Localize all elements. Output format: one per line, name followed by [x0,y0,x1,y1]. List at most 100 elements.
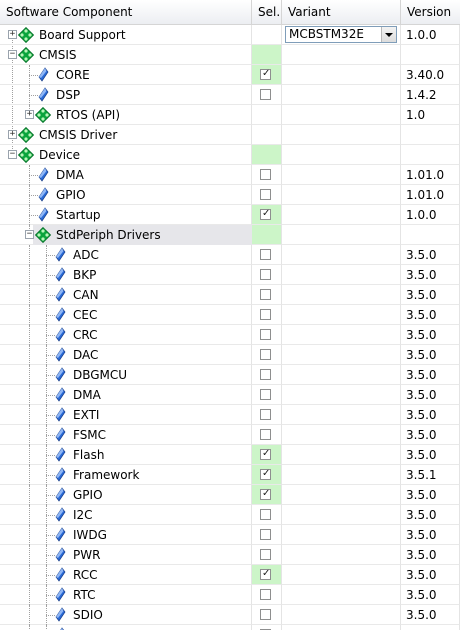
selection-cell[interactable] [252,345,282,365]
select-checkbox[interactable] [260,529,271,540]
component-name-cell[interactable]: CEC [0,305,252,325]
selection-cell[interactable] [252,245,282,265]
collapse-toggle-icon[interactable]: − [8,50,17,59]
select-checkbox[interactable] [260,409,271,420]
tree-row[interactable]: CORE ✓ 3.40.0 [0,65,460,85]
select-checkbox[interactable] [260,509,271,520]
select-checkbox[interactable] [260,89,271,100]
component-name-cell[interactable]: EXTI [0,405,252,425]
component-name-cell[interactable]: FSMC [0,425,252,445]
header-variant[interactable]: Variant [282,0,401,24]
tree-row[interactable]: Startup ✓ 1.0.0 [0,205,460,225]
selection-cell[interactable]: ✓ [252,445,282,465]
select-checkbox[interactable] [260,369,271,380]
selection-cell[interactable]: ✓ [252,65,282,85]
select-checkbox[interactable]: ✓ [260,468,271,480]
collapse-toggle-icon[interactable]: − [25,230,34,239]
component-name-cell[interactable]: DAC [0,345,252,365]
tree-row[interactable]: DMA 1.01.0 [0,165,460,185]
tree-row[interactable]: CRC 3.5.0 [0,325,460,345]
component-name-cell[interactable]: DSP [0,85,252,105]
tree-row[interactable]: RCC ✓ 3.5.0 [0,565,460,585]
tree-row[interactable]: GPIO 1.01.0 [0,185,460,205]
selection-cell[interactable] [252,165,282,185]
select-checkbox[interactable] [260,189,271,200]
tree-row[interactable]: DMA 3.5.0 [0,385,460,405]
expand-toggle-icon[interactable]: + [8,130,17,139]
select-checkbox[interactable] [260,249,271,260]
tree-row[interactable]: EXTI 3.5.0 [0,405,460,425]
selection-cell[interactable] [252,325,282,345]
component-name-cell[interactable]: RCC [0,565,252,585]
component-name-cell[interactable]: − Device [0,145,252,165]
variant-cell[interactable]: MCBSTM32E [282,25,401,45]
select-checkbox[interactable]: ✓ [260,488,271,500]
selection-cell[interactable]: ✓ [252,485,282,505]
component-name-cell[interactable]: CRC [0,325,252,345]
selection-cell[interactable] [252,85,282,105]
select-checkbox[interactable]: ✓ [260,208,271,220]
component-name-cell[interactable]: DMA [0,165,252,185]
tree-row[interactable]: RTC 3.5.0 [0,585,460,605]
component-name-cell[interactable]: + CMSIS Driver [0,125,252,145]
tree-row[interactable]: Framework ✓ 3.5.1 [0,465,460,485]
component-name-cell[interactable]: − StdPeriph Drivers [0,225,252,245]
component-name-cell[interactable]: CORE [0,65,252,85]
tree-row[interactable]: PWR 3.5.0 [0,545,460,565]
tree-row[interactable]: − StdPeriph Drivers [0,225,460,245]
selection-cell[interactable]: ✓ [252,565,282,585]
select-checkbox[interactable]: ✓ [260,68,271,80]
component-name-cell[interactable]: Flash [0,445,252,465]
selection-cell[interactable] [252,625,282,630]
component-name-cell[interactable]: DMA [0,385,252,405]
selection-cell[interactable] [252,365,282,385]
selection-cell[interactable] [252,305,282,325]
select-checkbox[interactable] [260,429,271,440]
component-name-cell[interactable]: PWR [0,545,252,565]
select-checkbox[interactable] [260,609,271,620]
select-checkbox[interactable] [260,589,271,600]
selection-cell[interactable]: ✓ [252,205,282,225]
variant-dropdown[interactable]: MCBSTM32E [285,26,397,43]
component-name-cell[interactable]: RTC [0,585,252,605]
select-checkbox[interactable] [260,549,271,560]
component-name-cell[interactable]: − CMSIS [0,45,252,65]
selection-cell[interactable] [252,185,282,205]
tree-row[interactable]: CEC 3.5.0 [0,305,460,325]
tree-row[interactable]: FSMC 3.5.0 [0,425,460,445]
component-name-cell[interactable]: BKP [0,265,252,285]
tree-row[interactable]: − CMSIS [0,45,460,65]
select-checkbox[interactable]: ✓ [260,448,271,460]
selection-cell[interactable] [252,425,282,445]
select-checkbox[interactable] [260,309,271,320]
component-name-cell[interactable]: I2C [0,505,252,525]
component-name-cell[interactable]: SPI [0,625,252,630]
tree-row[interactable]: SDIO 3.5.0 [0,605,460,625]
component-name-cell[interactable]: DBGMCU [0,365,252,385]
selection-cell[interactable] [252,585,282,605]
expand-toggle-icon[interactable]: + [8,30,17,39]
component-name-cell[interactable]: GPIO [0,485,252,505]
collapse-toggle-icon[interactable]: − [8,150,17,159]
select-checkbox[interactable]: ✓ [260,568,271,580]
tree-row[interactable]: + Board Support MCBSTM32E 1.0.0 [0,25,460,45]
component-name-cell[interactable]: Framework [0,465,252,485]
tree-row[interactable]: DAC 3.5.0 [0,345,460,365]
header-version[interactable]: Version [401,0,460,24]
selection-cell[interactable] [252,285,282,305]
component-name-cell[interactable]: CAN [0,285,252,305]
tree-row[interactable]: IWDG 3.5.0 [0,525,460,545]
selection-cell[interactable] [252,505,282,525]
tree-row[interactable]: I2C 3.5.0 [0,505,460,525]
selection-cell[interactable] [252,525,282,545]
selection-cell[interactable]: ✓ [252,465,282,485]
tree-row[interactable]: + CMSIS Driver [0,125,460,145]
select-checkbox[interactable] [260,329,271,340]
selection-cell[interactable] [252,545,282,565]
dropdown-button[interactable] [381,27,396,42]
component-name-cell[interactable]: IWDG [0,525,252,545]
select-checkbox[interactable] [260,269,271,280]
component-name-cell[interactable]: Startup [0,205,252,225]
select-checkbox[interactable] [260,169,271,180]
tree-row[interactable]: Flash ✓ 3.5.0 [0,445,460,465]
